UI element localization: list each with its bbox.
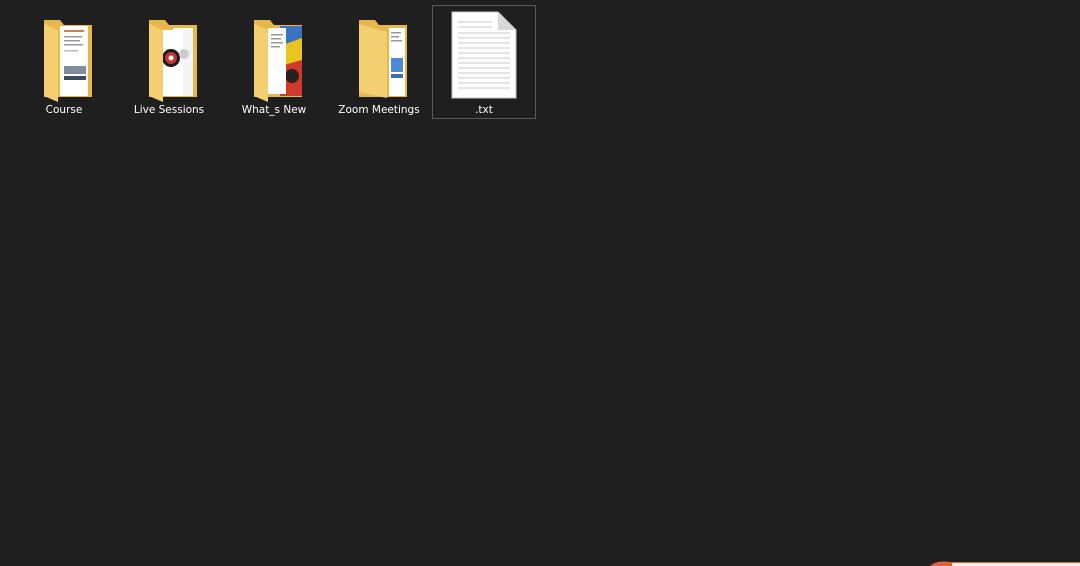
desktop-item-label: Zoom Meetings: [338, 104, 420, 116]
text-file-icon: [444, 6, 524, 102]
desktop-icon-grid: Course Live Sessions What_s New Zoom Mee…: [12, 5, 536, 119]
desktop: Course Live Sessions What_s New Zoom Mee…: [0, 0, 1080, 566]
desktop-item-whats-new[interactable]: What_s New: [222, 5, 326, 119]
desktop-item-zoom-meetings[interactable]: Zoom Meetings: [327, 5, 431, 119]
folder-icon: [24, 6, 104, 102]
folder-icon: [339, 6, 419, 102]
desktop-item-txt-file[interactable]: .txt: [432, 5, 536, 119]
desktop-item-live-sessions[interactable]: Live Sessions: [117, 5, 221, 119]
desktop-item-course[interactable]: Course: [12, 5, 116, 119]
desktop-item-label: What_s New: [241, 104, 307, 116]
folder-icon: [129, 6, 209, 102]
folder-icon: [234, 6, 314, 102]
corner-decoration: [930, 561, 1080, 566]
desktop-item-label: Course: [45, 104, 83, 116]
desktop-item-label: Live Sessions: [133, 104, 205, 116]
desktop-item-label: .txt: [475, 104, 493, 116]
